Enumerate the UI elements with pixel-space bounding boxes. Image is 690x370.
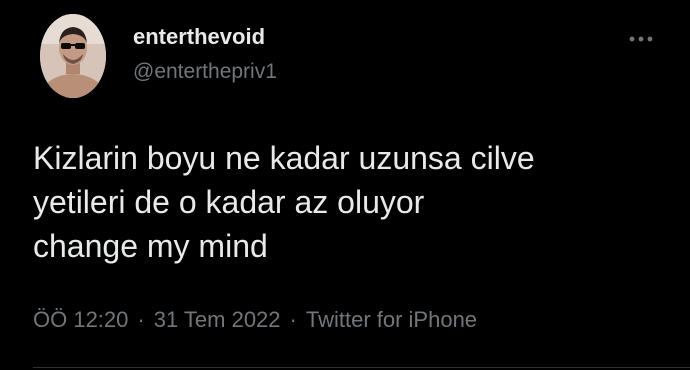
meta-separator: · xyxy=(289,307,297,332)
tweet-meta: ÖÖ 12:20 · 31 Tem 2022 · Twitter for iPhone xyxy=(33,307,477,333)
tweet-time[interactable]: ÖÖ 12:20 xyxy=(33,307,128,332)
tweet-text-line: Kizlarin boyu ne kadar uzunsa cilve xyxy=(33,140,535,176)
tweet-date[interactable]: 31 Tem 2022 xyxy=(154,307,281,332)
tweet-text-line: change my mind xyxy=(33,228,268,264)
tweet-card: enterthevoid @enterthepriv1 Kizlarin boy… xyxy=(0,0,690,370)
author-display-name[interactable]: enterthevoid xyxy=(133,24,265,50)
tweet-text-line: yetileri de o kadar az oluyor xyxy=(33,184,425,220)
tweet-text: Kizlarin boyu ne kadar uzunsa cilve yeti… xyxy=(33,136,673,268)
more-horizontal-icon xyxy=(629,36,653,42)
profile-photo-icon xyxy=(40,14,106,98)
avatar[interactable] xyxy=(40,14,106,98)
divider xyxy=(33,367,690,368)
tweet-source[interactable]: Twitter for iPhone xyxy=(306,307,477,332)
meta-separator: · xyxy=(137,307,145,332)
more-options-button[interactable] xyxy=(624,26,658,52)
author-handle[interactable]: @enterthepriv1 xyxy=(133,60,277,84)
